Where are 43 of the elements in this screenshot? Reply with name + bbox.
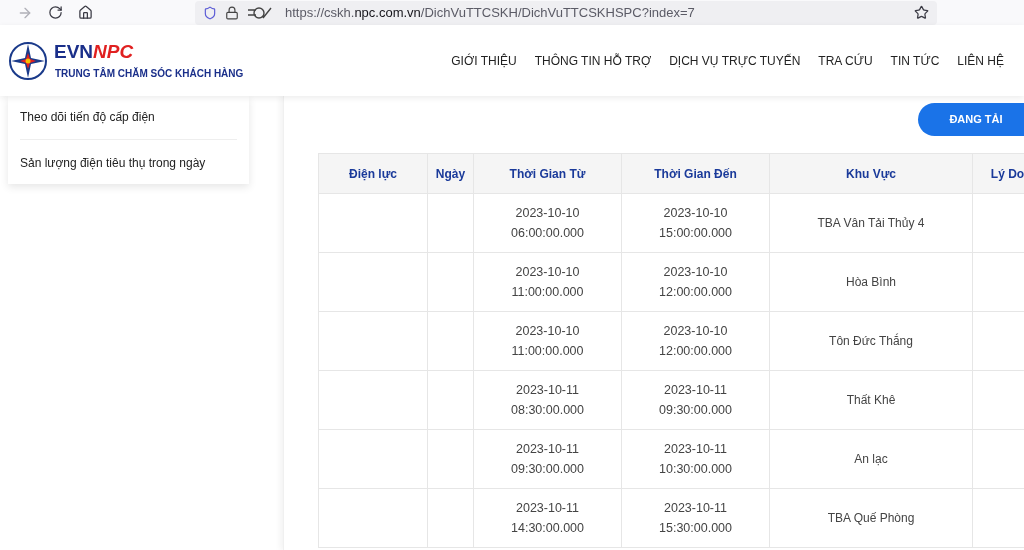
- reload-icon[interactable]: [48, 5, 63, 20]
- lock-icon[interactable]: [225, 5, 239, 20]
- column-header: Ngày: [427, 153, 474, 194]
- column-header: Lý Do: [972, 153, 1024, 194]
- table-cell: 2023-10-11 09:30:00.000: [473, 429, 622, 489]
- nav-link[interactable]: GIỚI THIỆU: [451, 51, 517, 70]
- bookmark-star-icon[interactable]: [914, 5, 929, 20]
- table-cell: Hòa Bình: [769, 252, 973, 312]
- table-cell: 2023-10-10 12:00:00.000: [621, 252, 770, 312]
- table-cell: 2023-10-11 15:30:00.000: [621, 488, 770, 548]
- loading-button[interactable]: ĐANG TẢI: [918, 103, 1024, 136]
- shield-icon[interactable]: [203, 5, 217, 20]
- column-header: Thời Gian Đến: [621, 153, 770, 194]
- table-cell: TBA Quế Phòng: [769, 488, 973, 548]
- nav-link[interactable]: DỊCH VỤ TRỰC TUYẾN: [669, 51, 801, 70]
- table-cell: 2023-10-11 08:30:00.000: [473, 370, 622, 430]
- nav-link[interactable]: TRA CỨU: [818, 51, 873, 70]
- sidebar-item[interactable]: Theo dõi tiến độ cấp điện: [20, 110, 155, 124]
- nav-link[interactable]: THÔNG TIN HỖ TRỢ: [534, 51, 652, 70]
- table-cell: TBA Vân Tải Thủy 4: [769, 193, 973, 253]
- column-header: Điện lực: [318, 153, 428, 194]
- table-cell: 2023-10-10 06:00:00.000: [473, 193, 622, 253]
- sidebar-item[interactable]: Sản lượng điện tiêu thụ trong ngày: [20, 156, 206, 170]
- url-text: https://cskh.npc.com.vn/DichVuTTCSKH/DichVuTTCSKHSPC?index=7: [285, 3, 695, 22]
- table-cell: Thất Khê: [769, 370, 973, 430]
- table-cell: 2023-10-10 11:00:00.000: [473, 311, 622, 371]
- column-header: Thời Gian Từ: [473, 153, 622, 194]
- table-cell: 2023-10-11 09:30:00.000: [621, 370, 770, 430]
- table-cell: 2023-10-10 12:00:00.000: [621, 311, 770, 371]
- brand-subtitle: TRUNG TÂM CHĂM SÓC KHÁCH HÀNG: [55, 66, 244, 81]
- table-cell: 2023-10-10 15:00:00.000: [621, 193, 770, 253]
- home-icon[interactable]: [78, 5, 93, 20]
- nav-link[interactable]: LIÊN HỆ: [957, 51, 1004, 70]
- table-cell: Tôn Đức Thắng: [769, 311, 973, 371]
- nav-link[interactable]: TIN TỨC: [890, 51, 940, 70]
- table-cell: 2023-10-10 11:00:00.000: [473, 252, 622, 312]
- column-header: Khu Vực: [769, 153, 973, 194]
- address-bar[interactable]: https://cskh.npc.com.vn/DichVuTTCSKH/DichVuTTCSKHSPC?index=7: [195, 0, 937, 25]
- table-cell: 2023-10-11 10:30:00.000: [621, 429, 770, 489]
- brand-name: EVNNPC: [54, 40, 135, 63]
- table-cell: An lạc: [769, 429, 973, 489]
- table-cell: 2023-10-11 14:30:00.000: [473, 488, 622, 548]
- logo-icon: [8, 40, 48, 81]
